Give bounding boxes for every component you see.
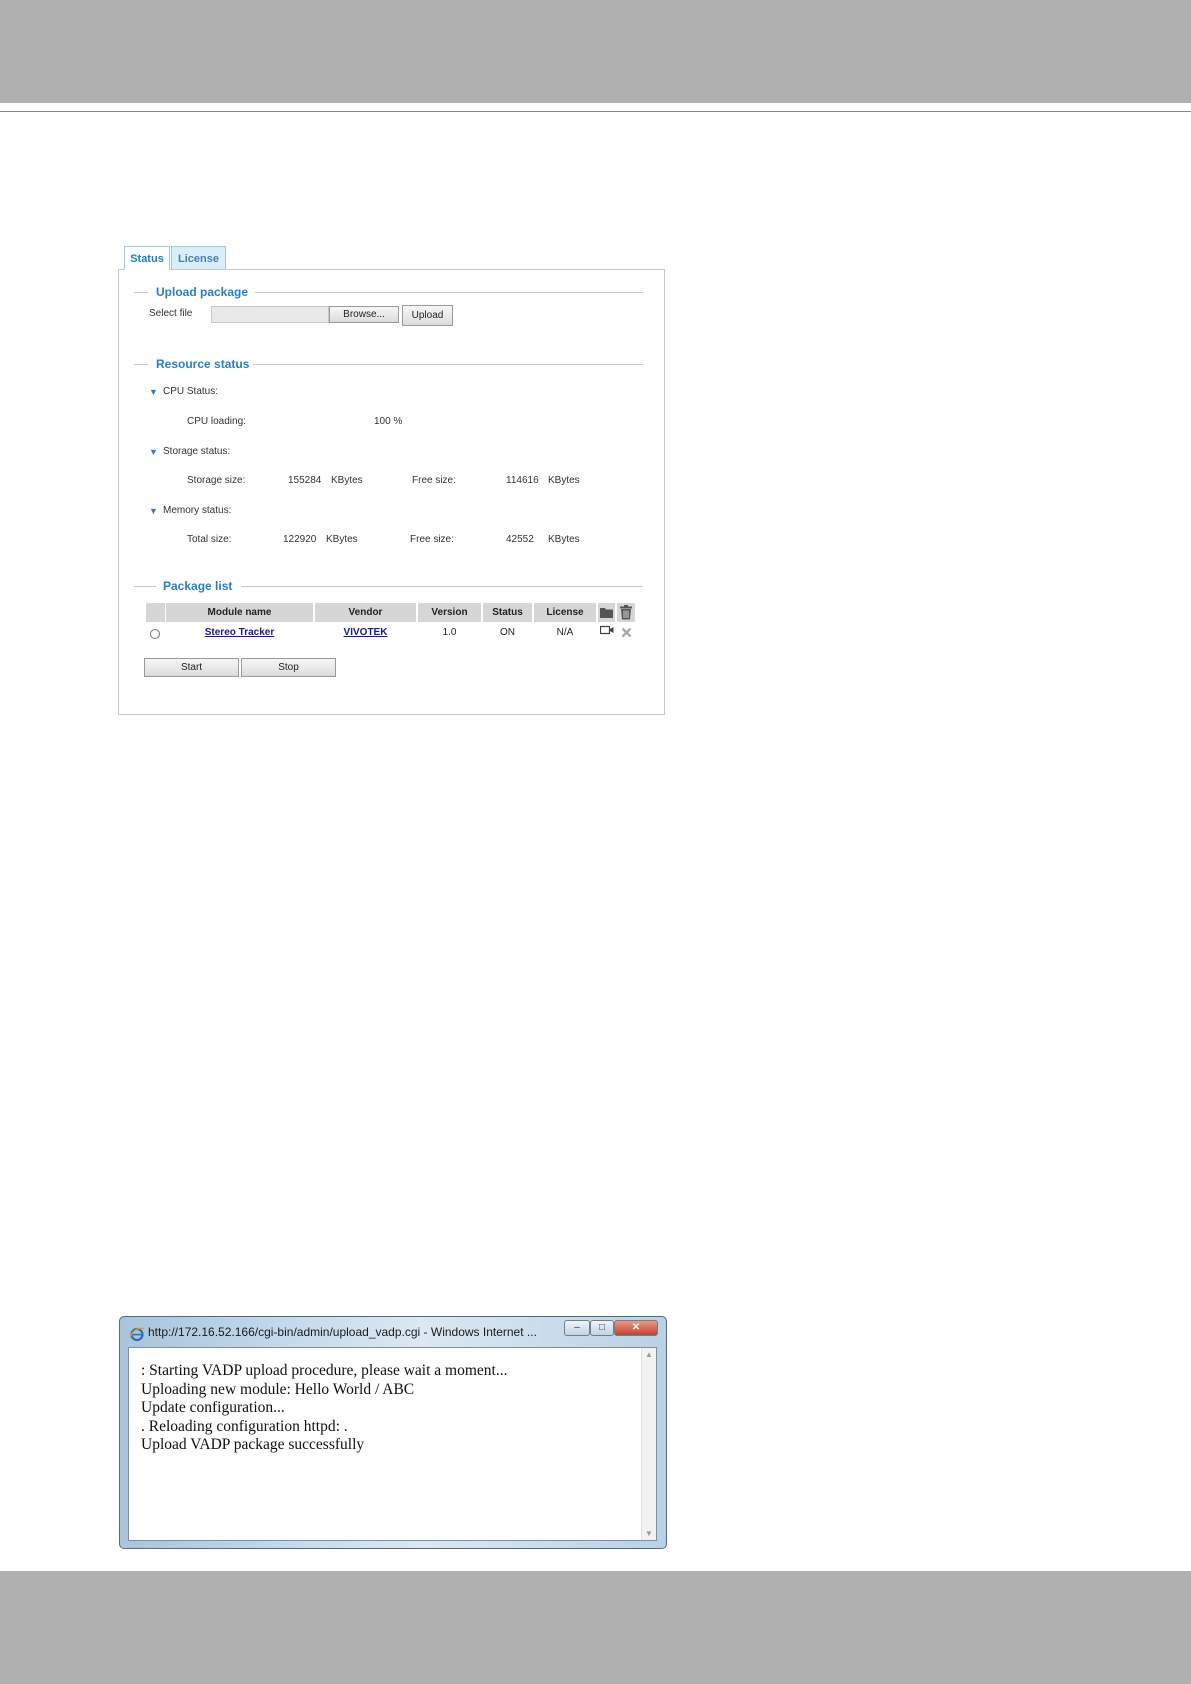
start-button[interactable]: Start — [144, 658, 239, 677]
column-header-trash — [617, 603, 635, 622]
table-cell-module-name: Stereo Tracker — [166, 624, 313, 642]
camera-icon[interactable] — [599, 625, 614, 635]
scroll-up-icon[interactable]: ▲ — [645, 1350, 653, 1359]
log-line: Upload VADP package successfully — [141, 1436, 365, 1453]
resource-status-title: Resource status — [156, 357, 250, 371]
remove-icon[interactable] — [621, 627, 632, 638]
table-cell-version: 1.0 — [442, 627, 457, 638]
chevron-down-icon[interactable]: ▼ — [149, 507, 159, 516]
scroll-down-icon[interactable]: ▼ — [645, 1529, 653, 1538]
select-column-header — [146, 603, 165, 622]
close-button[interactable]: ✕ — [614, 1320, 658, 1336]
storage-free-unit: KBytes — [548, 475, 580, 486]
upload-button[interactable]: Upload — [402, 305, 453, 326]
minimize-button[interactable]: – — [564, 1320, 590, 1336]
vertical-scrollbar[interactable]: ▲ ▼ — [641, 1348, 656, 1540]
column-header-module-name: Module name — [166, 603, 313, 622]
log-line: Update configuration... — [141, 1399, 285, 1416]
log-line: . Reloading configuration httpd: . — [141, 1417, 348, 1435]
chevron-down-icon[interactable]: ▼ — [149, 448, 159, 457]
cpu-loading-label: CPU loading: — [187, 416, 246, 427]
header-band — [0, 0, 1191, 103]
footer-band — [0, 1571, 1191, 1684]
column-header-license: License — [534, 603, 596, 622]
browse-button[interactable]: Browse... — [329, 306, 399, 323]
column-header-folder — [598, 603, 615, 622]
package-select-radio[interactable] — [150, 629, 160, 639]
tab-status[interactable]: Status — [124, 246, 170, 270]
chevron-down-icon[interactable]: ▼ — [149, 388, 159, 397]
upload-package-section: Upload package — [119, 284, 664, 300]
memory-total-unit: KBytes — [326, 534, 358, 545]
log-line: Uploading new module: Hello World / ABC — [141, 1380, 415, 1398]
maximize-button[interactable]: □ — [590, 1320, 614, 1336]
memory-free-unit: KBytes — [548, 534, 580, 545]
tab-license[interactable]: License — [171, 246, 226, 270]
log-line: : Starting VADP upload procedure, please… — [141, 1362, 508, 1379]
vendor-link[interactable]: VIVOTEK — [344, 627, 388, 638]
upload-result-window: http://172.16.52.166/cgi-bin/admin/uploa… — [119, 1316, 667, 1549]
window-content: : Starting VADP upload procedure, please… — [128, 1347, 657, 1541]
stop-button[interactable]: Stop — [241, 658, 336, 677]
storage-size-unit: KBytes — [331, 475, 363, 486]
vadp-status-panel: Upload package Select file Browse... Upl… — [118, 269, 665, 715]
storage-size-label: Storage size: — [187, 475, 246, 486]
column-header-status: Status — [483, 603, 532, 622]
column-header-version: Version — [418, 603, 481, 622]
header-rule — [0, 111, 1191, 112]
trash-icon — [620, 605, 632, 620]
upload-log: : Starting VADP upload procedure, please… — [141, 1362, 507, 1455]
table-cell-status: ON — [500, 627, 515, 638]
memory-total-label: Total size: — [187, 534, 232, 545]
storage-size-value: 155284 — [288, 475, 322, 486]
select-file-label: Select file — [149, 308, 193, 319]
storage-free-value: 114616 — [506, 475, 539, 486]
resource-status-section: Resource status — [119, 356, 664, 372]
storage-status-heading: Storage status: — [163, 446, 231, 457]
table-cell-license: N/A — [556, 627, 574, 638]
module-name-link[interactable]: Stereo Tracker — [205, 627, 275, 638]
memory-status-heading: Memory status: — [163, 505, 232, 516]
upload-package-title: Upload package — [156, 285, 249, 299]
package-list-section: Package list — [119, 578, 664, 594]
table-cell-remove — [617, 624, 635, 642]
storage-free-label: Free size: — [412, 475, 456, 486]
cpu-loading-value: 100 % — [374, 416, 403, 427]
ie-icon — [129, 1327, 145, 1342]
package-list-title: Package list — [163, 579, 233, 593]
column-header-vendor: Vendor — [315, 603, 416, 622]
table-cell-camera — [598, 624, 615, 642]
folder-icon — [600, 608, 613, 618]
memory-total-value: 122920 — [283, 534, 317, 545]
window-title: http://172.16.52.166/cgi-bin/admin/uploa… — [148, 1325, 537, 1339]
file-path-input[interactable] — [211, 306, 329, 323]
table-cell-vendor: VIVOTEK — [315, 624, 416, 642]
memory-free-label: Free size: — [410, 534, 454, 545]
cpu-status-heading: CPU Status: — [163, 386, 219, 397]
memory-free-value: 42552 — [506, 534, 534, 545]
